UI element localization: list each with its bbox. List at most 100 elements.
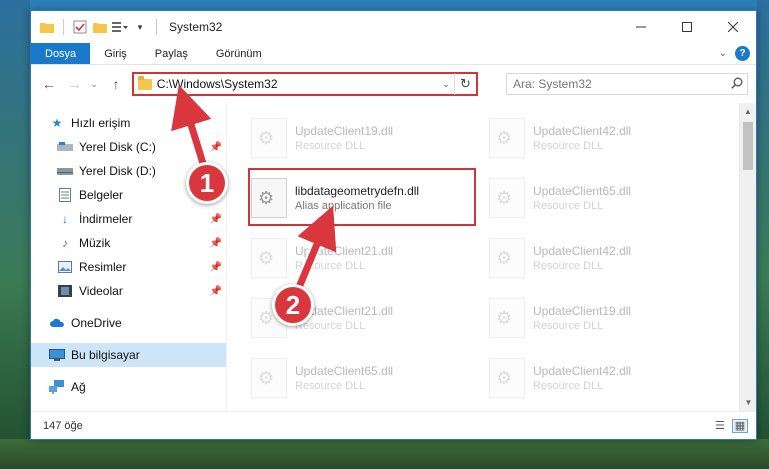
file-name: libdatageometrydefn.dll bbox=[295, 184, 420, 198]
sidebar-item-music[interactable]: ♪ Müzik 📌 bbox=[31, 231, 226, 255]
sidebar-item-quick-access[interactable]: ★ Hızlı erişim bbox=[31, 111, 226, 135]
dll-file-icon bbox=[251, 298, 287, 338]
dll-file-icon bbox=[489, 358, 525, 398]
file-name: UpdateClient65.dll bbox=[533, 184, 632, 198]
close-button[interactable] bbox=[710, 11, 756, 43]
sidebar-item-this-pc[interactable]: Bu bilgisayar bbox=[31, 343, 226, 367]
sidebar-item-label: OneDrive bbox=[71, 316, 122, 330]
help-icon[interactable]: ? bbox=[735, 46, 750, 61]
explorer-window: ▾ System32 Dosya Giriş Paylaş Görünüm ⌄ … bbox=[30, 10, 757, 440]
sidebar-item-videos[interactable]: Videolar 📌 bbox=[31, 279, 226, 303]
pin-icon[interactable]: 📌 bbox=[210, 286, 222, 297]
pin-icon[interactable]: 📌 bbox=[210, 238, 222, 249]
music-icon: ♪ bbox=[62, 236, 68, 250]
expand-ribbon-icon[interactable]: ⌄ bbox=[719, 48, 727, 59]
address-path[interactable]: C:\Windows\System32 bbox=[157, 77, 438, 91]
drive-icon bbox=[57, 164, 73, 178]
file-name: UpdateClient19.dll bbox=[295, 124, 394, 138]
file-description: Resource DLL bbox=[533, 260, 604, 272]
file-name: UpdateClient42.dll bbox=[533, 244, 632, 258]
download-icon: ↓ bbox=[62, 212, 68, 226]
recent-locations-icon[interactable]: ⌄ bbox=[90, 79, 100, 90]
file-description: Resource DLL bbox=[533, 200, 604, 212]
search-icon[interactable] bbox=[727, 77, 747, 92]
scrollbar-thumb[interactable] bbox=[743, 122, 753, 170]
dll-file-icon bbox=[251, 358, 287, 398]
list-item[interactable]: UpdateClient42.dll Resource DLL bbox=[489, 233, 709, 283]
list-item[interactable]: UpdateClient19.dll Resource DLL bbox=[251, 113, 471, 163]
item-count: 147 öğe bbox=[43, 419, 83, 432]
address-row: ← → ⌄ ↑ C:\Windows\System32 ⌄ ↻ Ara: Sys… bbox=[31, 65, 756, 103]
window-controls bbox=[618, 11, 756, 43]
dll-file-icon bbox=[251, 238, 287, 278]
list-item-selected[interactable]: libdatageometrydefn.dll Alias applicatio… bbox=[251, 173, 471, 223]
sidebar-item-documents[interactable]: Belgeler 📌 bbox=[31, 183, 226, 207]
list-item[interactable]: UpdateClient42.dll Resource DLL bbox=[489, 353, 709, 403]
customize-toolbar-icon[interactable] bbox=[112, 20, 128, 34]
details-view-icon[interactable]: ☰ bbox=[712, 419, 728, 433]
view-buttons: ☰ ▦ bbox=[712, 418, 748, 433]
dll-file-icon bbox=[251, 178, 287, 218]
tab-view[interactable]: Görünüm bbox=[202, 43, 276, 64]
tab-file[interactable]: Dosya bbox=[31, 43, 91, 64]
file-list: UpdateClient19.dll Resource DLL UpdateCl… bbox=[227, 103, 756, 411]
address-bar[interactable]: C:\Windows\System32 ⌄ ↻ bbox=[131, 72, 478, 96]
quick-access-toolbar: ▾ bbox=[31, 19, 161, 35]
tiles-view-icon[interactable]: ▦ bbox=[732, 418, 748, 433]
sidebar-item-network[interactable]: Ağ bbox=[31, 375, 226, 399]
list-item[interactable]: UpdateClient21.dll Resource DLL bbox=[251, 233, 471, 283]
dropdown-arrow-icon[interactable]: ▾ bbox=[132, 20, 148, 34]
desktop-wallpaper-right bbox=[757, 0, 769, 469]
desktop-wallpaper-bottom bbox=[0, 439, 769, 469]
list-item[interactable]: UpdateClient21.dll Resource DLL bbox=[251, 293, 471, 343]
file-name: UpdateClient42.dll bbox=[533, 124, 632, 138]
file-name: UpdateClient21.dll bbox=[295, 304, 394, 318]
network-icon bbox=[49, 380, 65, 394]
pin-icon[interactable]: 📌 bbox=[210, 142, 222, 153]
maximize-button[interactable] bbox=[664, 11, 710, 43]
sidebar-item-label: Resimler bbox=[79, 260, 127, 274]
sidebar-item-downloads[interactable]: ↓ İndirmeler 📌 bbox=[31, 207, 226, 231]
scroll-down-icon[interactable]: ▼ bbox=[740, 394, 757, 411]
scroll-up-icon[interactable]: ▲ bbox=[740, 103, 756, 120]
minimize-button[interactable] bbox=[618, 11, 664, 43]
search-input[interactable]: Ara: System32 bbox=[506, 73, 748, 95]
forward-arrow-icon[interactable]: → bbox=[65, 73, 85, 95]
file-name: UpdateClient42.dll bbox=[533, 364, 632, 378]
back-arrow-icon[interactable]: ← bbox=[39, 73, 59, 95]
pin-icon[interactable]: 📌 bbox=[210, 190, 222, 201]
window-title: System32 bbox=[169, 20, 223, 34]
list-item[interactable]: UpdateClient42.dll Resource DLL bbox=[489, 113, 709, 163]
file-description: Resource DLL bbox=[295, 380, 366, 392]
chevron-down-icon[interactable]: ⌄ bbox=[438, 79, 454, 90]
list-item[interactable]: UpdateClient19.dll Resource DLL bbox=[489, 293, 709, 343]
new-folder-icon[interactable] bbox=[92, 20, 108, 34]
search-placeholder: Ara: System32 bbox=[513, 77, 592, 91]
sidebar-item-disk-d[interactable]: Yerel Disk (D:) bbox=[31, 159, 226, 183]
toolbar-separator bbox=[63, 19, 64, 35]
documents-icon bbox=[57, 188, 73, 202]
dll-file-icon bbox=[489, 238, 525, 278]
dll-file-icon bbox=[489, 118, 525, 158]
pin-icon[interactable]: 📌 bbox=[210, 214, 222, 225]
sidebar-item-label: Yerel Disk (C:) bbox=[79, 140, 156, 154]
vertical-scrollbar[interactable]: ▲ ▼ bbox=[739, 103, 756, 411]
list-item[interactable]: UpdateClient65.dll Resource DLL bbox=[251, 353, 471, 403]
pin-icon[interactable]: 📌 bbox=[210, 262, 222, 273]
file-description: Alias application file bbox=[295, 200, 392, 212]
sidebar-item-onedrive[interactable]: OneDrive bbox=[31, 311, 226, 335]
tab-share[interactable]: Paylaş bbox=[141, 43, 202, 64]
up-arrow-icon[interactable]: ↑ bbox=[106, 73, 126, 95]
tab-home[interactable]: Giriş bbox=[90, 43, 141, 64]
sidebar-item-pictures[interactable]: Resimler 📌 bbox=[31, 255, 226, 279]
ribbon-tabs: Dosya Giriş Paylaş Görünüm ⌄ ? bbox=[31, 43, 756, 65]
status-bar: 147 öğe ☰ ▦ bbox=[31, 411, 756, 439]
file-description: Resource DLL bbox=[295, 260, 366, 272]
sidebar-item-disk-c[interactable]: Yerel Disk (C:) 📌 bbox=[31, 135, 226, 159]
refresh-icon[interactable]: ↻ bbox=[454, 73, 476, 95]
list-item[interactable]: UpdateClient65.dll Resource DLL bbox=[489, 173, 709, 223]
properties-icon[interactable] bbox=[72, 20, 88, 34]
